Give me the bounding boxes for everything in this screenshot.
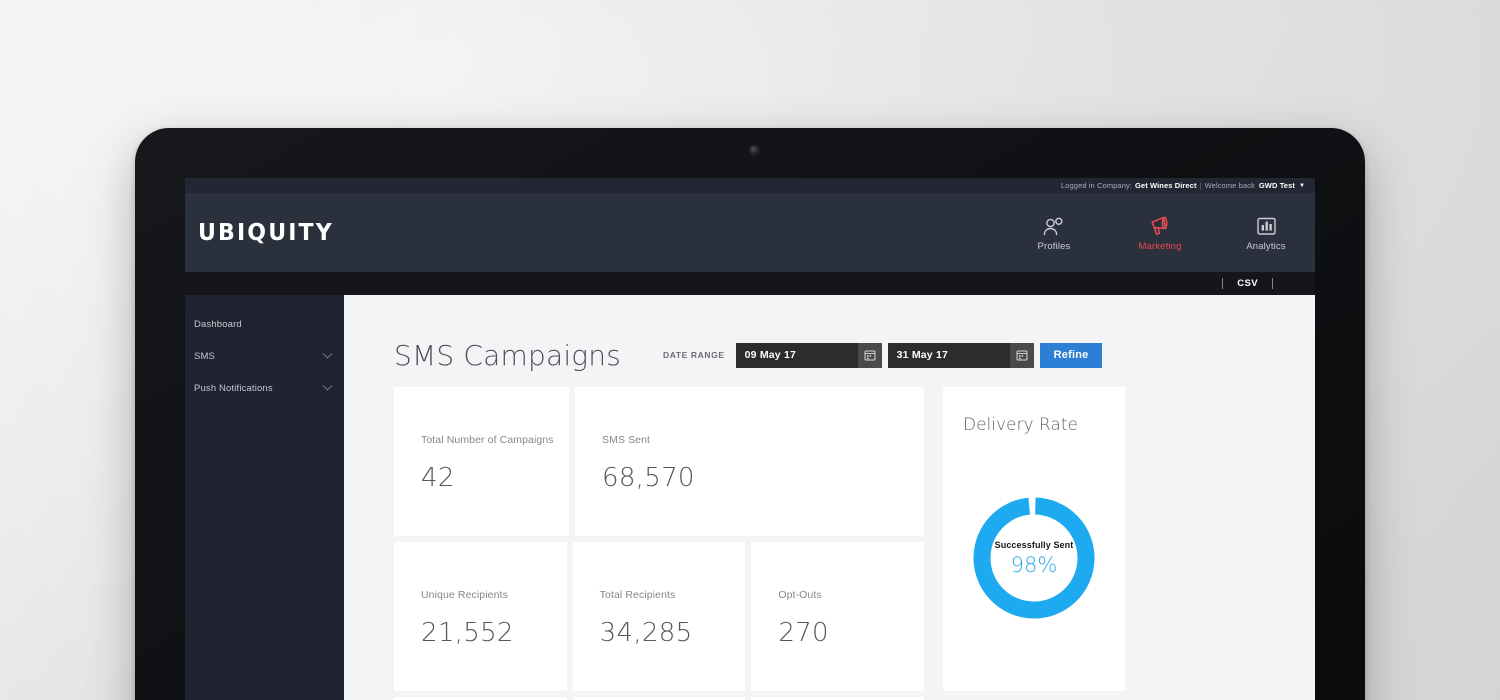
page-title: SMS Campaigns: [394, 338, 622, 372]
account-utility-bar: Logged in Company: Get Wines Direct | We…: [185, 178, 1315, 193]
stat-value: 68,570: [602, 463, 695, 493]
chevron-down-icon[interactable]: [322, 348, 333, 359]
stat-card-opt-outs[interactable]: Opt-Outs 270: [751, 542, 925, 691]
front-camera-icon: [750, 146, 759, 155]
bar-chart-icon: [1256, 214, 1277, 236]
stat-card-total-recipients[interactable]: Total Recipients 34,285: [572, 542, 746, 691]
stat-card-unique-recipients[interactable]: Unique Recipients 21,552: [394, 542, 567, 691]
nav-item-profiles[interactable]: Profiles: [1025, 214, 1083, 252]
sidebar-label-dashboard: Dashboard: [194, 318, 242, 330]
donut-percent-value: 98%: [1010, 552, 1058, 577]
sidebar-item-sms[interactable]: SMS: [185, 340, 344, 372]
sidebar-item-dashboard[interactable]: Dashboard: [185, 308, 344, 340]
export-bar: CSV: [185, 272, 1315, 295]
nav-item-marketing[interactable]: Marketing: [1131, 214, 1189, 252]
stat-row-2: Unique Recipients 21,552 Total Recipient…: [394, 542, 925, 691]
calendar-icon[interactable]: [1009, 342, 1034, 368]
donut-center-labels: Successfully Sent 98%: [973, 497, 1095, 619]
calendar-icon[interactable]: [857, 342, 882, 368]
stat-value: 270: [778, 618, 829, 648]
stat-row-1: Total Number of Campaigns 42 SMS Sent 68…: [394, 387, 924, 536]
stat-label: Unique Recipients: [421, 589, 508, 601]
nav-label-profiles: Profiles: [1037, 240, 1071, 252]
date-to-value[interactable]: 31 May 17: [888, 349, 1010, 361]
people-icon: [1042, 214, 1066, 236]
nav-label-marketing: Marketing: [1138, 240, 1182, 252]
app-header: UBIQUITY Profiles Marketing Analytics: [185, 193, 1315, 272]
nav-label-analytics: Analytics: [1246, 240, 1286, 252]
sidebar-label-sms: SMS: [194, 350, 216, 362]
stat-card-sms-sent[interactable]: SMS Sent 68,570: [575, 387, 924, 536]
date-from-value[interactable]: 09 May 17: [736, 349, 858, 361]
delivery-rate-donut-chart: Successfully Sent 98%: [973, 497, 1095, 619]
donut-caption: Successfully Sent: [994, 539, 1074, 550]
metrics-region: Total Number of Campaigns 42 SMS Sent 68…: [344, 387, 1315, 700]
welcome-prefix: Welcome back: [1204, 181, 1255, 190]
sidebar-item-push-notifications[interactable]: Push Notifications: [185, 372, 344, 404]
primary-nav: Profiles Marketing Analytics: [1025, 214, 1295, 252]
sidebar-nav: Dashboard SMS Push Notifications: [185, 295, 344, 700]
app-body: Dashboard SMS Push Notifications SMS Cam…: [185, 295, 1315, 700]
stat-value: 34,285: [599, 618, 693, 648]
company-name: Get Wines Direct: [1135, 181, 1197, 190]
brand-logo[interactable]: UBIQUITY: [198, 220, 334, 246]
megaphone-icon: [1148, 214, 1172, 236]
date-to-field[interactable]: 31 May 17: [887, 342, 1034, 368]
csv-divider-right: [1272, 278, 1273, 289]
nav-item-analytics[interactable]: Analytics: [1237, 214, 1295, 252]
delivery-rate-title: Delivery Rate: [963, 415, 1078, 435]
delivery-rate-card: Delivery Rate Successfully Sent 98%: [943, 387, 1125, 691]
page-header: SMS Campaigns DATE RANGE 09 May 17 31 Ma…: [344, 295, 1315, 387]
topbar-separator: |: [1199, 181, 1202, 190]
stat-label: Total Number of Campaigns: [421, 434, 554, 446]
logged-in-prefix: Logged in Company:: [1060, 181, 1132, 190]
date-range-control: DATE RANGE 09 May 17 31 May 17 Refine: [663, 342, 1103, 368]
chevron-down-icon[interactable]: [322, 380, 333, 391]
date-range-label: DATE RANGE: [663, 350, 725, 360]
stat-card-grid: Total Number of Campaigns 42 SMS Sent 68…: [394, 387, 925, 700]
stat-card-total-campaigns[interactable]: Total Number of Campaigns 42: [394, 387, 569, 536]
chevron-down-icon[interactable]: ▼: [1299, 183, 1305, 189]
stat-value: 21,552: [421, 618, 514, 648]
sidebar-label-push-notifications: Push Notifications: [194, 382, 273, 394]
stat-value: 42: [421, 463, 455, 493]
date-from-field[interactable]: 09 May 17: [735, 342, 882, 368]
stat-label: Opt-Outs: [778, 589, 822, 601]
stat-label: SMS Sent: [602, 434, 651, 446]
stat-label: Total Recipients: [599, 589, 676, 601]
refine-button[interactable]: Refine: [1039, 342, 1103, 368]
tablet-device-frame: Logged in Company: Get Wines Direct | We…: [135, 128, 1365, 700]
csv-export-button[interactable]: CSV: [1223, 278, 1272, 289]
tablet-screen: Logged in Company: Get Wines Direct | We…: [185, 178, 1315, 700]
user-name[interactable]: GWD Test: [1259, 181, 1295, 190]
main-content: SMS Campaigns DATE RANGE 09 May 17 31 Ma…: [344, 295, 1315, 700]
